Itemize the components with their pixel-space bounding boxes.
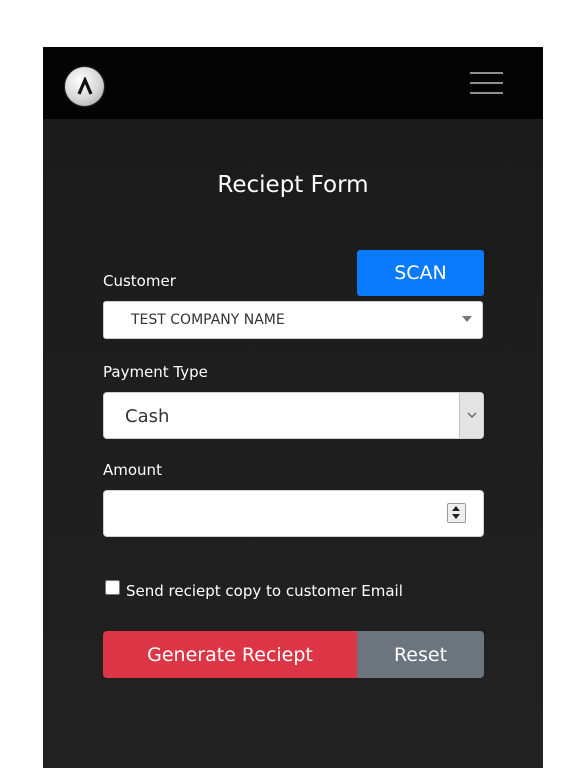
logo-lambda-icon[interactable] [65, 67, 104, 106]
stepper-up-icon[interactable] [452, 506, 460, 511]
app-container: Reciept Form Customer SCAN TEST COMPANY … [43, 47, 543, 768]
top-navbar [43, 47, 543, 119]
customer-label: Customer [103, 272, 176, 290]
hamburger-menu-icon[interactable] [470, 71, 503, 97]
scan-button[interactable]: SCAN [357, 250, 484, 296]
payment-type-value: Cash [125, 406, 170, 427]
send-copy-checkbox[interactable] [105, 580, 120, 595]
hamburger-line [470, 72, 503, 74]
stepper-down-icon[interactable] [452, 514, 460, 519]
chevron-glyph [467, 412, 476, 418]
hamburger-line [470, 92, 503, 94]
logo-glyph [77, 76, 92, 95]
send-copy-label[interactable]: Send reciept copy to customer Email [126, 582, 403, 600]
hamburger-line [470, 82, 503, 84]
generate-receipt-button[interactable]: Generate Reciept [103, 631, 357, 678]
reset-button[interactable]: Reset [357, 631, 484, 678]
customer-select[interactable]: TEST COMPANY NAME [103, 301, 483, 339]
chevron-down-icon [459, 393, 483, 438]
number-stepper-icon[interactable] [447, 503, 466, 523]
amount-field[interactable] [103, 490, 484, 537]
payment-type-label: Payment Type [103, 363, 208, 381]
amount-input[interactable] [116, 499, 440, 529]
customer-select-value: TEST COMPANY NAME [131, 312, 285, 328]
page-title: Reciept Form [217, 172, 369, 198]
payment-type-select[interactable]: Cash [103, 392, 484, 439]
caret-down-icon [462, 316, 472, 322]
amount-label: Amount [103, 461, 162, 479]
